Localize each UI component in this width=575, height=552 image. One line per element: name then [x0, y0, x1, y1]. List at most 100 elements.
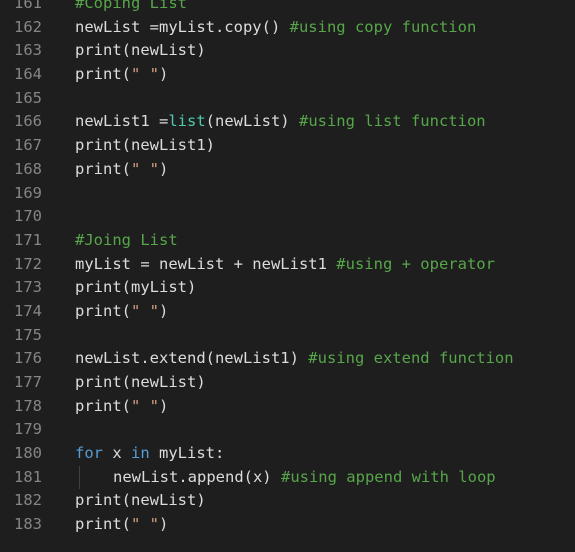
code-token-plain: print( — [75, 301, 131, 320]
code-token-plain: print( — [75, 515, 131, 534]
code-text[interactable]: print(newList) — [75, 39, 206, 63]
code-token-string: " " — [131, 396, 159, 415]
code-line[interactable]: 162 newList =myList.copy() #using copy fu… — [0, 16, 575, 40]
code-line[interactable]: 175 — [0, 324, 575, 348]
code-token-comment: #using + operator — [336, 254, 495, 273]
line-number: 178 — [14, 396, 42, 415]
code-text[interactable]: newList.extend(newList1) #using extend f… — [75, 347, 514, 371]
code-text[interactable]: print(myList) — [75, 276, 196, 300]
code-token-plain: print(newList) — [75, 41, 206, 60]
code-token-string: " " — [131, 65, 159, 84]
code-token-plain: ) — [159, 159, 169, 178]
code-text[interactable]: print(" ") — [75, 395, 168, 419]
code-text[interactable]: newList.append(x) #using append with loo… — [75, 466, 496, 490]
code-line[interactable]: 172 myList = newList + newList1 #using + … — [0, 253, 575, 277]
code-token-comment: #using extend function — [308, 349, 514, 368]
code-text[interactable]: for x in myList: — [75, 442, 224, 466]
code-text[interactable]: #Coping List — [75, 0, 187, 16]
code-text[interactable]: print(newList) — [75, 489, 206, 513]
code-line[interactable]: 170 — [0, 205, 575, 229]
code-token-plain: newList =myList.copy() — [75, 17, 290, 36]
code-text[interactable]: print(" ") — [75, 158, 168, 182]
code-line[interactable]: 171 #Joing List — [0, 229, 575, 253]
line-number: 169 — [14, 183, 42, 202]
code-line[interactable]: 169 — [0, 182, 575, 206]
code-token-plain: newList.append(x) — [113, 467, 281, 486]
line-number: 183 — [14, 515, 42, 534]
code-line[interactable]: 161 #Coping List — [0, 0, 575, 16]
code-line[interactable]: 181 newList.append(x) #using append with … — [0, 465, 575, 490]
code-line[interactable]: 166 newList1 =list(newList) #using list f… — [0, 110, 575, 134]
code-token-string: " " — [131, 515, 159, 534]
line-number: 177 — [14, 373, 42, 391]
code-line[interactable]: 168 print(" ") — [0, 158, 575, 182]
line-number: 171 — [14, 230, 42, 249]
code-line[interactable]: 176 newList.extend(newList1) #using exten… — [0, 347, 575, 371]
code-text[interactable]: print(" ") — [75, 63, 168, 87]
code-line[interactable]: 177 print(newList) — [0, 371, 575, 395]
code-text[interactable]: myList = newList + newList1 #using + ope… — [75, 253, 495, 277]
line-number: 172 — [14, 254, 42, 273]
code-token-plain: newList1 = — [75, 112, 169, 131]
code-editor[interactable]: 161 #Coping List 162 newList =myList.copy()… — [0, 0, 575, 552]
code-text[interactable]: newList1 =list(newList) #using list func… — [75, 110, 486, 134]
line-number: 163 — [14, 41, 42, 60]
line-number: 167 — [14, 136, 42, 155]
line-number: 173 — [14, 278, 42, 297]
line-number: 181 — [14, 467, 42, 486]
line-number: 182 — [14, 491, 42, 510]
code-token-plain: print(newList) — [75, 491, 206, 510]
line-number: 164 — [14, 65, 42, 84]
code-text[interactable]: print(newList1) — [75, 134, 215, 158]
code-token-comment: #Joing List — [75, 230, 178, 249]
line-number: 176 — [14, 349, 42, 368]
code-line[interactable]: 167 print(newList1) — [0, 134, 575, 158]
code-token-plain: ) — [159, 396, 169, 415]
code-text[interactable]: print(newList) — [75, 371, 206, 395]
code-token-comment: #using append with loop — [280, 467, 496, 486]
code-token-plain: newList.extend(newList1) — [75, 349, 309, 368]
line-number: 168 — [14, 159, 42, 178]
line-number: 166 — [14, 112, 42, 131]
code-token-comment: #Coping List — [75, 0, 187, 12]
line-number: 170 — [14, 207, 42, 226]
code-token-string: " " — [131, 159, 159, 178]
code-token-plain: ) — [159, 301, 169, 320]
code-token-plain: myList: — [149, 444, 225, 463]
line-number: 175 — [14, 325, 42, 344]
code-token-plain: ) — [159, 65, 169, 84]
code-text[interactable]: print(" ") — [75, 513, 168, 537]
code-token-comment: #using list function — [298, 112, 486, 131]
code-token-builtin: list — [168, 112, 206, 131]
code-line[interactable]: 180 for x in myList: — [0, 442, 575, 466]
code-line[interactable]: 178 print(" ") — [0, 395, 575, 419]
code-text[interactable]: newList =myList.copy() #using copy funct… — [75, 16, 476, 40]
code-token-plain: print(newList1) — [75, 136, 215, 155]
code-token-plain: ) — [159, 515, 169, 534]
code-text[interactable]: #Joing List — [75, 229, 178, 253]
line-number: 179 — [14, 420, 42, 439]
code-line[interactable]: 173 print(myList) — [0, 276, 575, 300]
line-number: 162 — [14, 17, 42, 36]
code-line[interactable]: 164 print(" ") — [0, 63, 575, 87]
code-token-plain: myList = newList + newList1 — [75, 254, 337, 273]
code-line[interactable]: 165 — [0, 87, 575, 111]
code-token-plain: print( — [75, 65, 131, 84]
line-number: 165 — [14, 88, 42, 107]
code-line[interactable]: 174 print(" ") — [0, 300, 575, 324]
code-line[interactable]: 163 print(newList) — [0, 39, 575, 63]
code-line[interactable]: 182 print(newList) — [0, 489, 575, 513]
code-token-plain: print(myList) — [75, 278, 197, 297]
code-line[interactable]: 183 print(" ") — [0, 513, 575, 537]
code-line[interactable]: 179 — [0, 418, 575, 442]
code-text[interactable]: print(" ") — [75, 300, 168, 324]
code-token-plain: print( — [75, 159, 131, 178]
line-number: 174 — [14, 301, 42, 320]
line-number: 180 — [14, 444, 42, 463]
line-number: 161 — [14, 0, 42, 12]
code-token-keyword: in — [131, 444, 150, 463]
code-token-plain: print(newList) — [75, 373, 206, 391]
code-token-comment: #using copy function — [289, 17, 477, 36]
code-token-plain: (newList) — [205, 112, 299, 131]
code-token-string: " " — [131, 301, 159, 320]
